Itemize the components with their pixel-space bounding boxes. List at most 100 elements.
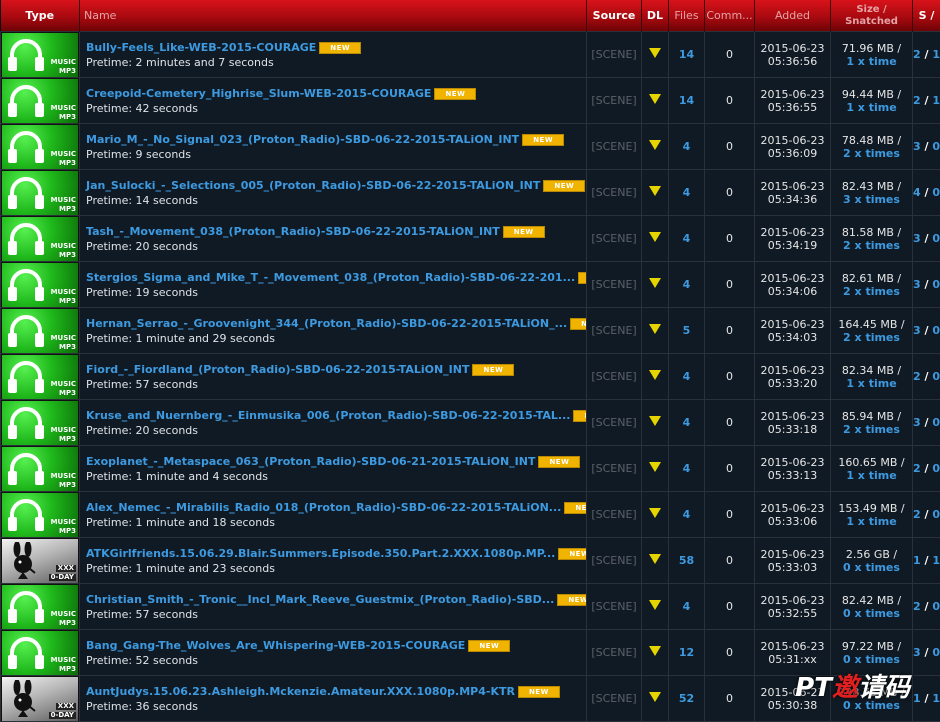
comments-count[interactable]: 0 [726, 370, 733, 383]
music-category-icon[interactable]: MUSIC MP3 [2, 33, 78, 77]
snatched-link[interactable]: 1 x time [831, 55, 912, 68]
torrent-name-link[interactable]: Stergios_Sigma_and_Mike_T_-_Movement_038… [86, 271, 575, 284]
seeders-link[interactable]: 3 [913, 140, 921, 153]
type-cell[interactable]: MUSIC MP3 [1, 492, 80, 538]
table-row[interactable]: XXX 0-DAY ATKGirlfriends.15.06.29.Blair.… [1, 538, 940, 584]
table-row[interactable]: MUSIC MP3 Jan_Sulocki_-_Selections_005_(… [1, 170, 940, 216]
leechers-link[interactable]: 1 [932, 48, 940, 61]
leechers-link[interactable]: 0 [932, 508, 940, 521]
music-category-icon[interactable]: MUSIC MP3 [2, 125, 78, 169]
music-category-icon[interactable]: MUSIC MP3 [2, 493, 78, 537]
snatched-link[interactable]: 1 x time [831, 101, 912, 114]
torrent-name-link[interactable]: Fiord_-_Fiordland_(Proton_Radio)-SBD-06-… [86, 363, 469, 376]
music-category-icon[interactable]: MUSIC MP3 [2, 79, 78, 123]
download-arrow-icon[interactable] [649, 370, 661, 380]
type-cell[interactable]: MUSIC MP3 [1, 400, 80, 446]
type-cell[interactable]: MUSIC MP3 [1, 584, 80, 630]
header-size[interactable]: Size / Snatched [831, 0, 913, 32]
leechers-link[interactable]: 0 [932, 278, 940, 291]
seeders-link[interactable]: 3 [913, 416, 921, 429]
snatched-link[interactable]: 0 x times [831, 653, 912, 666]
files-count-link[interactable]: 4 [683, 232, 691, 245]
leechers-link[interactable]: 0 [932, 370, 940, 383]
torrent-name-link[interactable]: Exoplanet_-_Metaspace_063_(Proton_Radio)… [86, 455, 535, 468]
download-arrow-icon[interactable] [649, 186, 661, 196]
table-row[interactable]: MUSIC MP3 Alex_Nemec_-_Mirabilis_Radio_0… [1, 492, 940, 538]
comments-count[interactable]: 0 [726, 186, 733, 199]
leechers-link[interactable]: 0 [932, 324, 940, 337]
leechers-link[interactable]: 0 [932, 646, 940, 659]
type-cell[interactable]: MUSIC MP3 [1, 446, 80, 492]
table-row[interactable]: MUSIC MP3 Bully-Feels_Like-WEB-2015-COUR… [1, 32, 940, 78]
music-category-icon[interactable]: MUSIC MP3 [2, 631, 78, 675]
table-row[interactable]: MUSIC MP3 Hernan_Serrao_-_Groovenight_34… [1, 308, 940, 354]
files-count-link[interactable]: 58 [679, 554, 694, 567]
snatched-link[interactable]: 0 x times [831, 607, 912, 620]
download-arrow-icon[interactable] [649, 692, 661, 702]
snatched-link[interactable]: 1 x time [831, 469, 912, 482]
download-arrow-icon[interactable] [649, 416, 661, 426]
music-category-icon[interactable]: MUSIC MP3 [2, 263, 78, 307]
table-row[interactable]: MUSIC MP3 Mario_M_-_No_Signal_023_(Proto… [1, 124, 940, 170]
torrent-name-link[interactable]: ATKGirlfriends.15.06.29.Blair.Summers.Ep… [86, 547, 555, 560]
seeders-link[interactable]: 2 [913, 94, 921, 107]
table-row[interactable]: MUSIC MP3 Stergios_Sigma_and_Mike_T_-_Mo… [1, 262, 940, 308]
download-arrow-icon[interactable] [649, 94, 661, 104]
files-count-link[interactable]: 4 [683, 600, 691, 613]
type-cell[interactable]: MUSIC MP3 [1, 32, 80, 78]
leechers-link[interactable]: 0 [932, 186, 940, 199]
table-row[interactable]: MUSIC MP3 Kruse_and_Nuernberg_-_Einmusik… [1, 400, 940, 446]
music-category-icon[interactable]: MUSIC MP3 [2, 447, 78, 491]
files-count-link[interactable]: 4 [683, 462, 691, 475]
music-category-icon[interactable]: MUSIC MP3 [2, 217, 78, 261]
files-count-link[interactable]: 4 [683, 508, 691, 521]
leechers-link[interactable]: 1 [932, 94, 940, 107]
files-count-link[interactable]: 5 [683, 324, 691, 337]
type-cell[interactable]: MUSIC MP3 [1, 124, 80, 170]
seeders-link[interactable]: 1 [913, 692, 921, 705]
comments-count[interactable]: 0 [726, 600, 733, 613]
download-arrow-icon[interactable] [649, 508, 661, 518]
files-count-link[interactable]: 4 [683, 278, 691, 291]
comments-count[interactable]: 0 [726, 462, 733, 475]
header-seeders-leechers[interactable]: S / [913, 0, 940, 32]
torrent-name-link[interactable]: Kruse_and_Nuernberg_-_Einmusika_006_(Pro… [86, 409, 570, 422]
torrent-name-link[interactable]: Mario_M_-_No_Signal_023_(Proton_Radio)-S… [86, 133, 519, 146]
snatched-link[interactable]: 3 x times [831, 193, 912, 206]
snatched-link[interactable]: 2 x times [831, 147, 912, 160]
seeders-link[interactable]: 2 [913, 508, 921, 521]
seeders-link[interactable]: 2 [913, 48, 921, 61]
torrent-name-link[interactable]: Christian_Smith_-_Tronic__Incl_Mark_Reev… [86, 593, 554, 606]
table-row[interactable]: MUSIC MP3 Creepoid-Cemetery_Highrise_Slu… [1, 78, 940, 124]
type-cell[interactable]: XXX 0-DAY [1, 676, 80, 722]
comments-count[interactable]: 0 [726, 48, 733, 61]
files-count-link[interactable]: 4 [683, 140, 691, 153]
comments-count[interactable]: 0 [726, 508, 733, 521]
download-arrow-icon[interactable] [649, 278, 661, 288]
seeders-link[interactable]: 2 [913, 370, 921, 383]
leechers-link[interactable]: 1 [932, 692, 940, 705]
leechers-link[interactable]: 0 [932, 140, 940, 153]
table-row[interactable]: XXX 0-DAY AuntJudys.15.06.23.Ashleigh.Mc… [1, 676, 940, 722]
comments-count[interactable]: 0 [726, 324, 733, 337]
header-dl[interactable]: DL [642, 0, 669, 32]
snatched-link[interactable]: 1 x time [831, 515, 912, 528]
download-arrow-icon[interactable] [649, 462, 661, 472]
type-cell[interactable]: MUSIC MP3 [1, 354, 80, 400]
download-arrow-icon[interactable] [649, 554, 661, 564]
music-category-icon[interactable]: MUSIC MP3 [2, 355, 78, 399]
snatched-link[interactable]: 2 x times [831, 239, 912, 252]
header-type[interactable]: Type [1, 0, 80, 32]
snatched-link[interactable]: 1 x time [831, 377, 912, 390]
files-count-link[interactable]: 4 [683, 370, 691, 383]
seeders-link[interactable]: 3 [913, 232, 921, 245]
files-count-link[interactable]: 4 [683, 416, 691, 429]
type-cell[interactable]: MUSIC MP3 [1, 170, 80, 216]
torrent-name-link[interactable]: Bully-Feels_Like-WEB-2015-COURAGE [86, 41, 316, 54]
table-row[interactable]: MUSIC MP3 Fiord_-_Fiordland_(Proton_Radi… [1, 354, 940, 400]
comments-count[interactable]: 0 [726, 278, 733, 291]
type-cell[interactable]: MUSIC MP3 [1, 630, 80, 676]
torrent-name-link[interactable]: Tash_-_Movement_038_(Proton_Radio)-SBD-0… [86, 225, 500, 238]
comments-count[interactable]: 0 [726, 554, 733, 567]
music-category-icon[interactable]: MUSIC MP3 [2, 171, 78, 215]
